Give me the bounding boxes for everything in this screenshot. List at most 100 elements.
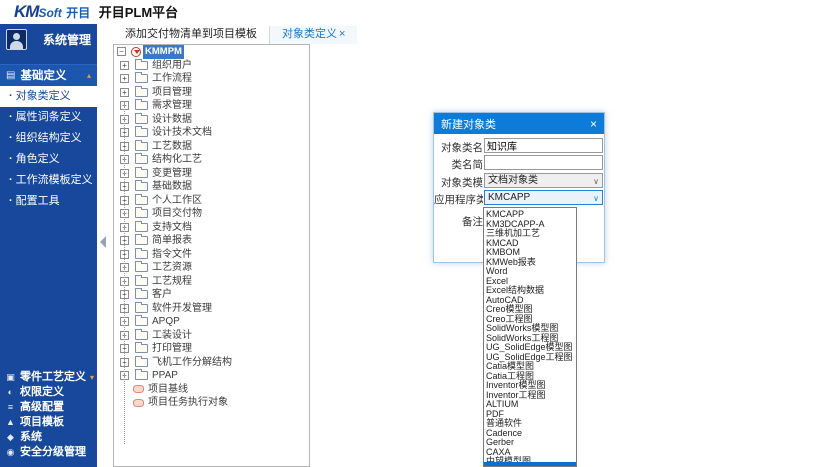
folder-icon — [135, 182, 148, 191]
tree-node-label: 软件开发管理 — [152, 302, 212, 316]
users-icon: ◉ — [5, 445, 16, 460]
tree-row[interactable]: +项目交付物 — [114, 207, 309, 221]
tab-1[interactable]: 对象类定义× — [270, 26, 357, 44]
folder-icon — [135, 263, 148, 272]
tree-row[interactable]: +基础数据 — [114, 180, 309, 194]
tree-node-label: 客户 — [152, 288, 172, 302]
tree-row[interactable]: +工装设计 — [114, 329, 309, 343]
object-class-tree-panel: − KMMPM +组织用户+工作流程+项目管理+需求管理+设计数据+设计技术文档… — [113, 44, 310, 467]
tree-row[interactable]: +结构化工艺 — [114, 153, 309, 167]
tree-row[interactable]: +打印管理 — [114, 342, 309, 356]
tree-row[interactable]: +工艺资源 — [114, 261, 309, 275]
tree-row[interactable]: +支持文档 — [114, 221, 309, 235]
object-class-name-input[interactable] — [484, 138, 603, 153]
tab-bar: 添加交付物清单到项目模板对象类定义× — [113, 26, 357, 44]
tree-row[interactable]: +软件开发管理 — [114, 302, 309, 316]
folder-icon — [135, 169, 148, 178]
sidebar-group-3[interactable]: ▲项目模板 — [0, 415, 97, 430]
sidebar-item-0[interactable]: 对象类定义 — [0, 86, 97, 107]
expand-plus-icon[interactable]: + — [120, 61, 129, 70]
folder-icon — [135, 155, 148, 164]
dialog-titlebar[interactable]: 新建对象类 × — [434, 113, 604, 134]
sidebar-group-1[interactable]: ◐权限定义 — [0, 385, 97, 400]
tree-node-label: PPAP — [152, 369, 178, 383]
sidebar-item-1[interactable]: 属性词条定义 — [0, 107, 97, 128]
object-leaf-icon — [133, 385, 144, 393]
tree-row[interactable]: +变更管理 — [114, 167, 309, 181]
tree-row[interactable]: +个人工作区 — [114, 194, 309, 208]
sidebar-group-0[interactable]: ▣零件工艺定义▾ — [0, 370, 97, 385]
tree-row[interactable]: +简单报表 — [114, 234, 309, 248]
tree-row[interactable]: +工艺数据 — [114, 140, 309, 154]
tree-row[interactable]: +指令文件 — [114, 248, 309, 262]
sidebar-item-2[interactable]: 组织结构定义 — [0, 128, 97, 149]
tree-node-label: 结构化工艺 — [152, 153, 202, 167]
tree-node-label: 工艺规程 — [152, 275, 192, 289]
application-type-dropdown-list: KMCAPPKM3DCAPP-A三维机加工艺KMCADKMBOMKMWeb报表W… — [483, 207, 577, 467]
tree-row[interactable]: +设计技术文档 — [114, 126, 309, 140]
user-avatar[interactable] — [6, 29, 27, 50]
collapse-arrow-icon[interactable]: ▴ — [87, 65, 91, 87]
sidebar-group-label: 零件工艺定义 — [20, 370, 86, 385]
tree-row[interactable]: +飞机工作分解结构 — [114, 356, 309, 370]
folder-icon — [135, 196, 148, 205]
close-icon[interactable]: × — [590, 117, 597, 131]
tree-node-label: 工艺资源 — [152, 261, 192, 275]
sidebar-item-5[interactable]: 配置工具 — [0, 191, 97, 212]
collapse-expander-icon[interactable]: − — [117, 47, 126, 56]
dropdown-items: KMCAPPKM3DCAPP-A三维机加工艺KMCADKMBOMKMWeb报表W… — [486, 210, 576, 467]
folder-icon — [135, 304, 148, 313]
clock-icon: ◐ — [5, 385, 16, 400]
tree-node-label: 组织用户 — [152, 59, 192, 73]
object-class-template-value: 文档对象类 — [488, 175, 538, 186]
tree-leaf-row[interactable]: 项目基线 — [114, 383, 309, 397]
tab-close-icon[interactable]: × — [339, 28, 345, 40]
folder-icon — [135, 236, 148, 245]
app-title: 开目PLM平台 — [99, 5, 178, 20]
tree-row[interactable]: +工作流程 — [114, 72, 309, 86]
tree-row[interactable]: + 组织用户 — [114, 59, 309, 73]
tree-root-label[interactable]: KMMPM — [143, 45, 184, 59]
folder-icon — [135, 88, 148, 97]
tree-node-label: 个人工作区 — [152, 194, 202, 208]
tree-root-row[interactable]: − KMMPM — [114, 45, 309, 59]
application-type-value: KMCAPP — [488, 192, 530, 203]
folder-icon — [135, 371, 148, 380]
tree-node-label: 需求管理 — [152, 99, 192, 113]
tree-row[interactable]: +项目管理 — [114, 86, 309, 100]
tab-0[interactable]: 添加交付物清单到项目模板 — [113, 26, 270, 44]
sidebar-group-5[interactable]: ◉安全分级管理 — [0, 445, 97, 460]
application-type-select[interactable]: KMCAPP ∨ — [484, 190, 603, 205]
tree-row[interactable]: +APQP — [114, 315, 309, 329]
tab-label: 对象类定义 — [282, 28, 337, 40]
tree-leaf-row[interactable]: 项目任务执行对象 — [114, 396, 309, 410]
sidebar-item-3[interactable]: 角色定义 — [0, 149, 97, 170]
logo-soft-text: Soft — [38, 6, 61, 20]
expand-plus-icon[interactable]: + — [120, 88, 129, 97]
tree-node-label: 打印管理 — [152, 342, 192, 356]
chevron-down-icon[interactable]: ▾ — [90, 370, 94, 385]
sidebar-group-basic-definition[interactable]: ▤ 基础定义 ▴ — [0, 64, 97, 86]
sidebar-group-2[interactable]: ≡高级配置 — [0, 400, 97, 415]
tree-row[interactable]: +PPAP — [114, 369, 309, 383]
tree-row[interactable]: +客户 — [114, 288, 309, 302]
tree-row[interactable]: +工艺规程 — [114, 275, 309, 289]
tree-node-label: 项目基线 — [148, 383, 188, 397]
sidebar-group-4[interactable]: ◆系统 — [0, 430, 97, 445]
tree-node-label: 指令文件 — [152, 248, 192, 262]
object-class-template-label: 对象类模 — [434, 175, 483, 188]
folder-icon — [135, 209, 148, 218]
folder-icon — [135, 128, 148, 137]
expand-plus-icon[interactable]: + — [120, 74, 129, 83]
class-short-name-input[interactable] — [484, 155, 603, 170]
dropdown-highlighted-partial-row[interactable] — [484, 462, 576, 466]
tree-row[interactable]: +需求管理 — [114, 99, 309, 113]
tree-row[interactable]: +设计数据 — [114, 113, 309, 127]
object-class-template-select[interactable]: 文档对象类 ∨ — [484, 173, 603, 188]
sidebar-item-4[interactable]: 工作流模板定义 — [0, 170, 97, 191]
tree-node-label: APQP — [152, 315, 180, 329]
panel-collapse-arrow-icon[interactable] — [100, 236, 106, 248]
chevron-down-icon: ∨ — [593, 192, 599, 205]
folder-icon — [135, 317, 148, 326]
sidebar-item-list: 对象类定义属性词条定义组织结构定义角色定义工作流模板定义配置工具 — [0, 86, 97, 212]
